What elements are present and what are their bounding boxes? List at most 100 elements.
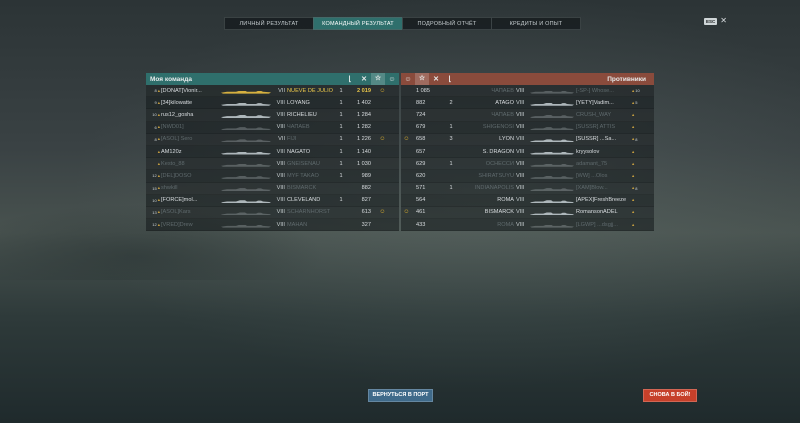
ally-player-row[interactable]: ▴ AM120z VIII NAGATO 1 1 140 xyxy=(146,146,399,159)
player-name: [FORCE]mol... xyxy=(161,197,198,204)
ship-tier: VIII xyxy=(276,172,285,179)
player-name: Kesto_88 xyxy=(161,160,185,167)
ship-silhouette-cell xyxy=(219,183,273,193)
ship-silhouette-cell xyxy=(219,110,273,120)
enemy-player-row[interactable]: 620 SHIRATSUYU VIII [WW] ...Olos ▴ xyxy=(401,170,654,183)
tab-personal-result[interactable]: ЛИЧНЫЙ РЕЗУЛЬТАТ xyxy=(224,17,314,30)
xp-value: 564 xyxy=(416,197,426,204)
player-rank-icon: ▴ xyxy=(632,173,646,179)
ship-silhouette-cell xyxy=(528,98,576,108)
player-rank-icon: 10 ▴ xyxy=(146,112,161,118)
ship-silhouette-icon xyxy=(530,212,574,216)
kills-value: 1 xyxy=(339,172,343,179)
kills-value: 1 xyxy=(339,197,343,204)
player-level: 5 xyxy=(635,100,638,106)
enemy-player-row[interactable]: 724 ЧАПАЕВ VIII CRUSH_WAY ▴ xyxy=(401,109,654,122)
enemy-sort-icon[interactable]: ⌊ xyxy=(443,75,457,83)
sky-mist xyxy=(0,0,800,423)
tab-credits-xp[interactable]: КРЕДИТЫ И ОПЫТ xyxy=(491,17,581,30)
enemy-player-row[interactable]: 564 ROMA VIII [APEX]FreshBreeze ▴ xyxy=(401,195,654,207)
player-rank-icon: ▴ 10 xyxy=(632,88,646,94)
chevron-icon: ▴ xyxy=(157,87,160,93)
chevron-icon: ▴ xyxy=(632,172,635,178)
xp-value: 658 xyxy=(416,136,426,143)
ship-silhouette-cell xyxy=(528,110,576,120)
close-icon[interactable]: ✕ xyxy=(720,17,727,25)
chevron-icon: ▴ xyxy=(632,87,635,93)
battle-again-button[interactable]: СНОВА В БОЙ! xyxy=(643,389,697,402)
enemy-rows: 1 085 ЧАПАЕВ VIII [-SP-] Whose... ▴ 10 882 2 ATA… xyxy=(401,85,654,232)
chevron-icon: ▴ xyxy=(632,185,635,191)
chevron-icon: ▴ xyxy=(157,148,160,154)
sort-icon[interactable]: ⌊ xyxy=(343,75,357,83)
player-rank-icon: 8 ▴ xyxy=(146,88,161,94)
ally-player-row[interactable]: 12 ▴ [DEL]DOSO VIII MYF TAKAO 1 989 xyxy=(146,170,399,183)
enemy-player-row[interactable]: ☺ 658 3 LYON VIII [SUSSR] ...Sa... ▴ 8 xyxy=(401,134,654,146)
ship-tier: VIII xyxy=(516,172,525,179)
ship-silhouette-icon xyxy=(221,224,271,228)
return-to-port-button[interactable]: ВЕРНУТЬСЯ В ПОРТ xyxy=(368,389,433,402)
chevron-icon: ▴ xyxy=(632,124,635,130)
enemy-player-row[interactable]: 433 ROMA VIII [LGWP] ...dsgjj... ▴ xyxy=(401,219,654,232)
ship-tier: VIII xyxy=(516,160,525,167)
ship-name: RICHELIEU xyxy=(287,111,317,118)
kills-value: 1 xyxy=(449,185,453,192)
ship-silhouette-cell xyxy=(528,220,576,230)
enemy-player-row[interactable]: 882 2 ATAGO VIII [YETY]Vadim... ▴ 5 xyxy=(401,97,654,110)
xp-value: 613 xyxy=(361,209,371,216)
ally-player-row[interactable]: 10 ▴ rus12_gosha VIII RICHELIEU 1 1 284 xyxy=(146,109,399,122)
ship-silhouette-icon xyxy=(530,163,574,167)
ally-player-row[interactable]: ▴ Kesto_88 VIII GNEISENAU 1 1 030 xyxy=(146,158,399,171)
player-level: 8 xyxy=(154,88,157,94)
player-name: AM120z xyxy=(161,148,182,155)
chevron-icon: ▴ xyxy=(632,209,635,215)
player-name: rus12_gosha xyxy=(161,111,194,118)
ally-player-row[interactable]: 13 ▴ [ASOL]Kars VIII SCHARNHORST 613 ☺ xyxy=(146,207,399,220)
chevron-icon: ▴ xyxy=(157,209,160,215)
player-name: RomansonADEL xyxy=(576,209,618,216)
xp-value: 571 xyxy=(416,185,426,192)
ship-silhouette-icon xyxy=(221,188,271,192)
ally-player-row[interactable]: 6 ▴ [NWD01] VIII ЧАПАЕВ 1 1 282 xyxy=(146,122,399,134)
ally-player-row[interactable]: 8 ▴ [ASOL] Sero VII FIJI 1 1 226 ☺ xyxy=(146,134,399,146)
ship-tier: VIII xyxy=(516,148,525,155)
enemy-medal-column-icon[interactable]: ☺ xyxy=(401,76,415,83)
kills-value: 1 xyxy=(339,87,343,94)
enemy-player-row[interactable]: 657 S. DRAGON VIII kryysolov ▴ xyxy=(401,146,654,159)
ally-player-row[interactable]: 12 ▴ [VRED]Drew VIII MAHAN 327 xyxy=(146,219,399,232)
ship-tier: VIII xyxy=(516,209,525,216)
medal-icon: ☺ xyxy=(379,209,386,216)
xp-value: 327 xyxy=(361,221,371,228)
tab-team-result[interactable]: КОМАНДНЫЙ РЕЗУЛЬТАТ xyxy=(313,17,403,30)
enemy-player-row[interactable]: ☺ 461 BISMARCK VIII RomansonADEL ▴ xyxy=(401,207,654,220)
ally-player-row[interactable]: 9 ▴ [34]kilowatte VIII LOYANG 1 1 402 xyxy=(146,97,399,110)
ship-silhouette-cell xyxy=(528,195,576,205)
ship-tier: VIII xyxy=(276,185,285,192)
chevron-icon: ▴ xyxy=(157,136,160,142)
ship-silhouette-cell xyxy=(219,134,273,144)
player-rank-icon: 12 ▴ xyxy=(146,222,161,228)
enemy-player-row[interactable]: 571 1 INDIANAPOLIS VIII [XAM]Blow... ▴ 8 xyxy=(401,183,654,195)
tab-detailed-report[interactable]: ПОДРОБНЫЙ ОТЧЁТ xyxy=(402,17,492,30)
ally-player-row[interactable]: 15 ▴ shwkill VIII BISMARCK 882 xyxy=(146,183,399,195)
enemy-player-row[interactable]: 1 085 ЧАПАЕВ VIII [-SP-] Whose... ▴ 10 xyxy=(401,85,654,98)
enemy-player-row[interactable]: 629 1 ОСНЕССИ VIII adamant_75 ▴ xyxy=(401,158,654,171)
ally-player-row[interactable]: 10 ▴ [FORCE]mol... VIII CLEVELAND 1 827 xyxy=(146,195,399,207)
player-rank-icon: ▴ 8 xyxy=(632,185,646,191)
kills-column-icon[interactable]: ✕ xyxy=(357,75,371,83)
ally-player-row[interactable]: 8 ▴ [DONAT]Vionir... VII NUEVE DE JULIO 1 2 01… xyxy=(146,85,399,98)
ship-tier: VIII xyxy=(516,221,525,228)
medal-icon: ☺ xyxy=(379,136,386,143)
xp-value: 1 085 xyxy=(416,87,430,94)
chevron-icon: ▴ xyxy=(632,197,635,203)
enemy-xp-column-icon[interactable]: ☆ xyxy=(415,73,429,85)
enemy-player-row[interactable]: 679 1 SHIGENOSI VIII [SUSSR] ATTIS ▴ xyxy=(401,122,654,134)
player-name: [WW] ...Olos xyxy=(576,172,608,179)
ship-silhouette-icon xyxy=(221,90,271,94)
xp-column-icon[interactable]: ☆ xyxy=(371,73,385,85)
chevron-icon: ▴ xyxy=(632,136,635,142)
medal-column-icon[interactable]: ☺ xyxy=(385,76,399,83)
ship-silhouette-icon xyxy=(530,224,574,228)
enemy-kills-column-icon[interactable]: ✕ xyxy=(429,75,443,83)
player-level: 12 xyxy=(152,222,157,228)
